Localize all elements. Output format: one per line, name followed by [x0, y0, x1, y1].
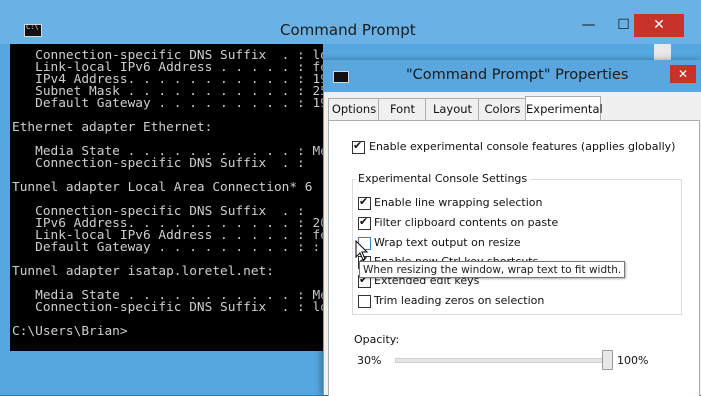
- cmd-app-icon[interactable]: [24, 23, 42, 37]
- tab-layout[interactable]: Layout: [425, 98, 480, 120]
- console-text: Connection-specific DNS Suffix . : lor L…: [12, 48, 323, 339]
- dialog-title-bar[interactable]: "Command Prompt" Properties ✕: [324, 60, 701, 92]
- wrap-text-output-label[interactable]: Wrap text output on resize: [374, 236, 521, 249]
- mouse-cursor-icon: [355, 240, 369, 261]
- opacity-slider-thumb[interactable]: [602, 350, 613, 370]
- tab-options[interactable]: Options: [328, 98, 380, 120]
- filter-clipboard-label[interactable]: Filter clipboard contents on paste: [374, 216, 558, 229]
- cmd-title-bar[interactable]: Command Prompt — ☐ ✕: [0, 0, 701, 44]
- tab-colors[interactable]: Colors: [478, 98, 527, 120]
- enable-experimental-checkbox[interactable]: [352, 139, 365, 154]
- tab-font[interactable]: Font: [378, 98, 427, 120]
- minimize-button[interactable]: —: [575, 14, 602, 37]
- cmd-app-icon: [333, 71, 349, 83]
- wrap-text-tooltip: When resizing the window, wrap text to f…: [359, 261, 625, 278]
- trim-leading-zeros-checkbox[interactable]: [358, 295, 371, 308]
- maximize-button[interactable]: ☐: [610, 14, 637, 37]
- dialog-close-button[interactable]: ✕: [670, 65, 696, 83]
- trim-leading-zeros-label[interactable]: Trim leading zeros on selection: [374, 294, 544, 307]
- cmd-window-title: Command Prompt: [280, 21, 416, 39]
- close-button[interactable]: ✕: [634, 14, 684, 37]
- line-wrapping-selection-label[interactable]: Enable line wrapping selection: [374, 196, 543, 209]
- opacity-label: Opacity:: [354, 333, 400, 346]
- group-title: Experimental Console Settings: [355, 172, 531, 185]
- properties-dialog: "Command Prompt" Properties ✕ Options Fo…: [323, 60, 701, 396]
- opacity-max-label: 100%: [617, 354, 649, 367]
- opacity-min-label: 30%: [357, 354, 382, 367]
- filter-clipboard-checkbox[interactable]: [358, 215, 371, 230]
- opacity-slider-track[interactable]: [395, 358, 609, 363]
- dialog-title: "Command Prompt" Properties: [406, 67, 629, 83]
- enable-experimental-label[interactable]: Enable experimental console features (ap…: [369, 140, 675, 153]
- tab-experimental[interactable]: Experimental: [525, 96, 603, 120]
- console-output[interactable]: Connection-specific DNS Suffix . : lor L…: [10, 44, 323, 351]
- line-wrapping-selection-checkbox[interactable]: [358, 195, 371, 210]
- experimental-panel: Enable experimental console features (ap…: [328, 120, 700, 396]
